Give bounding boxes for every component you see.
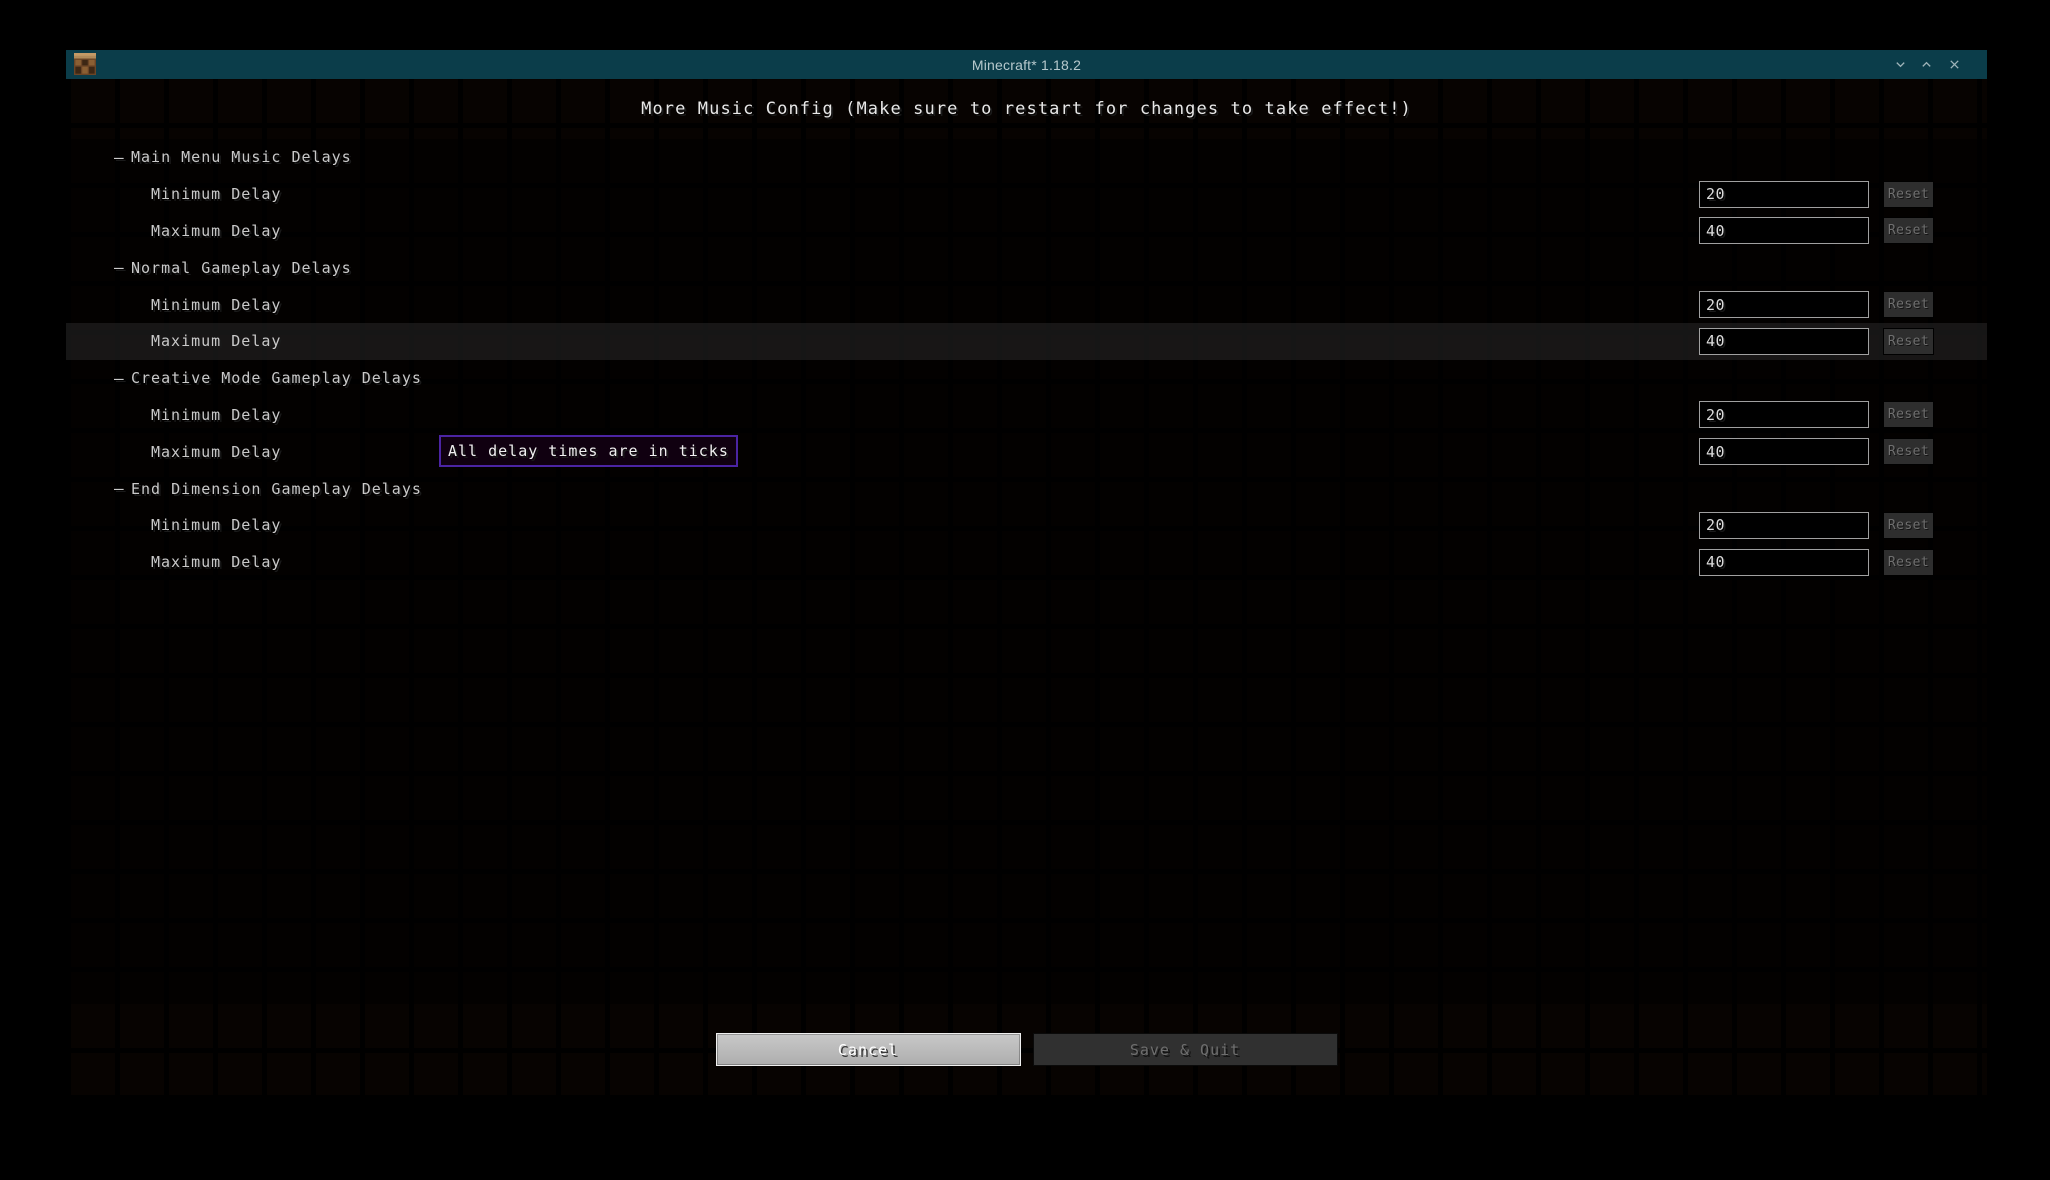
reset-button[interactable]: Reset <box>1883 181 1934 208</box>
option-label: Maximum Delay <box>151 332 281 350</box>
collapse-toggle-icon[interactable]: – <box>114 479 124 498</box>
delay-value-input[interactable]: 40 <box>1699 438 1869 465</box>
reset-button[interactable]: Reset <box>1883 549 1934 576</box>
config-header: More Music Config (Make sure to restart … <box>66 79 1987 139</box>
collapse-toggle-icon[interactable]: – <box>114 369 124 388</box>
window-titlebar[interactable]: Minecraft* 1.18.2 <box>66 50 1987 79</box>
option-label: Maximum Delay <box>151 553 281 571</box>
chevron-down-icon <box>1894 58 1907 71</box>
chevron-up-icon <box>1920 58 1933 71</box>
close-icon <box>1948 58 1961 71</box>
category-row[interactable]: –Normal Gameplay Delays <box>66 249 1987 286</box>
option-label: Minimum Delay <box>151 516 281 534</box>
close-button[interactable] <box>1941 50 1967 79</box>
reset-button[interactable]: Reset <box>1883 291 1934 318</box>
reset-button-label: Reset <box>1888 187 1929 202</box>
reset-button[interactable]: Reset <box>1883 217 1934 244</box>
option-row[interactable]: Minimum Delay 20 Reset <box>66 397 1987 434</box>
save-and-quit-button-label: Save & Quit <box>1130 1041 1240 1059</box>
delay-value-input[interactable]: 40 <box>1699 328 1869 355</box>
cancel-button[interactable]: Cancel <box>716 1033 1021 1066</box>
option-row[interactable]: Minimum Delay 20 Reset <box>66 176 1987 213</box>
option-row[interactable]: Minimum Delay 20 Reset <box>66 507 1987 544</box>
category-row[interactable]: –End Dimension Gameplay Delays <box>66 470 1987 507</box>
delay-value-input[interactable]: 40 <box>1699 217 1869 244</box>
delay-value-text: 40 <box>1706 553 1725 571</box>
reset-button-label: Reset <box>1888 297 1929 312</box>
window-title: Minecraft* 1.18.2 <box>66 57 1987 73</box>
reset-button-label: Reset <box>1888 444 1929 459</box>
reset-button-label: Reset <box>1888 223 1929 238</box>
delay-value-text: 40 <box>1706 443 1725 461</box>
tooltip-text: All delay times are in ticks <box>448 442 729 460</box>
footer-bar: Cancel Save & Quit <box>66 1004 1987 1095</box>
delay-value-input[interactable]: 20 <box>1699 512 1869 539</box>
reset-button-label: Reset <box>1888 407 1929 422</box>
minimize-button[interactable] <box>1887 50 1913 79</box>
options-rows: –Main Menu Music DelaysMinimum Delay20Re… <box>66 139 1987 1004</box>
reset-button-label: Reset <box>1888 518 1929 533</box>
option-label: Minimum Delay <box>151 296 281 314</box>
delay-value-text: 20 <box>1706 406 1725 424</box>
delay-value-input[interactable]: 20 <box>1699 181 1869 208</box>
category-row[interactable]: –Creative Mode Gameplay Delays <box>66 360 1987 397</box>
delay-value-text: 40 <box>1706 222 1725 240</box>
category-label: End Dimension Gameplay Delays <box>131 480 422 498</box>
reset-button[interactable]: Reset <box>1883 512 1934 539</box>
option-row[interactable]: Minimum Delay 20 Reset <box>66 286 1987 323</box>
tooltip: All delay times are in ticks <box>439 435 738 467</box>
option-row[interactable]: Maximum Delay 40 Reset <box>66 544 1987 581</box>
options-list[interactable]: –Main Menu Music DelaysMinimum Delay20Re… <box>66 139 1987 1004</box>
cancel-button-label: Cancel <box>838 1041 898 1059</box>
delay-value-text: 40 <box>1706 332 1725 350</box>
delay-value-text: 20 <box>1706 296 1725 314</box>
delay-value-text: 20 <box>1706 516 1725 534</box>
crafting-table-icon <box>74 53 96 75</box>
collapse-toggle-icon[interactable]: – <box>114 148 124 167</box>
option-row[interactable]: Maximum Delay 40 Reset <box>66 213 1987 250</box>
minecraft-window: Minecraft* 1.18.2 More Music Config (Mak… <box>66 50 1987 1095</box>
delay-value-input[interactable]: 20 <box>1699 291 1869 318</box>
page-title: More Music Config (Make sure to restart … <box>641 99 1412 119</box>
option-label: Minimum Delay <box>151 406 281 424</box>
reset-button[interactable]: Reset <box>1883 328 1934 355</box>
option-label: Minimum Delay <box>151 185 281 203</box>
reset-button-label: Reset <box>1888 555 1929 570</box>
option-label: Maximum Delay <box>151 222 281 240</box>
category-label: Creative Mode Gameplay Delays <box>131 369 422 387</box>
category-label: Main Menu Music Delays <box>131 148 352 166</box>
collapse-toggle-icon[interactable]: – <box>114 258 124 277</box>
reset-button-label: Reset <box>1888 334 1929 349</box>
reset-button[interactable]: Reset <box>1883 438 1934 465</box>
delay-value-text: 20 <box>1706 185 1725 203</box>
option-label: Maximum Delay <box>151 443 281 461</box>
reset-button[interactable]: Reset <box>1883 401 1934 428</box>
maximize-button[interactable] <box>1913 50 1939 79</box>
save-and-quit-button[interactable]: Save & Quit <box>1033 1033 1338 1066</box>
delay-value-input[interactable]: 20 <box>1699 401 1869 428</box>
category-label: Normal Gameplay Delays <box>131 259 352 277</box>
category-row[interactable]: –Main Menu Music Delays <box>66 139 1987 176</box>
option-row[interactable]: Maximum Delay 40 Reset <box>66 323 1987 360</box>
delay-value-input[interactable]: 40 <box>1699 549 1869 576</box>
option-row[interactable]: Maximum Delay 40 Reset <box>66 433 1987 470</box>
